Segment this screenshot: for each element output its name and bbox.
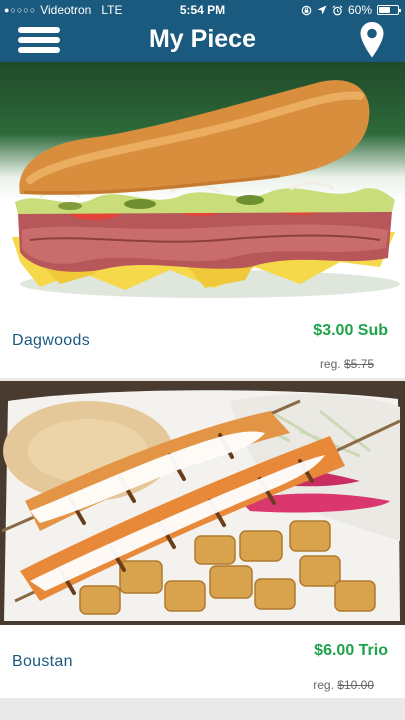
alarm-icon (332, 5, 343, 15)
regular-price: reg. $5.75 (320, 357, 374, 371)
item-price: $6.00 Trio (314, 642, 388, 659)
item-name: Boustan (12, 653, 73, 670)
map-pin-icon[interactable] (359, 21, 385, 59)
regular-price-value: $10.00 (337, 678, 374, 692)
item-price: $3.00 Sub (313, 322, 388, 339)
regular-price-label: reg. (319, 357, 341, 371)
item-name: Dagwoods (12, 332, 91, 349)
battery-icon (377, 5, 401, 15)
status-bar: ●○○○○ Videotron LTE 5:54 PM 60% (0, 0, 405, 20)
deal-card-boustan[interactable]: Boustan $6.00 Trio reg. $10.00 (0, 381, 405, 698)
chicken-shish-taouk-plate-photo (0, 381, 405, 625)
page-title: My Piece (148, 25, 256, 53)
regular-price: reg. $10.00 (313, 678, 374, 692)
regular-price-value: $5.75 (343, 357, 374, 371)
rotation-lock-icon (301, 5, 312, 15)
status-right: 60% (301, 3, 401, 17)
battery-fill (379, 7, 390, 13)
list-bottom-edge (0, 698, 405, 720)
regular-price-label: reg. (313, 678, 334, 692)
hamburger-menu-icon[interactable] (18, 23, 60, 57)
submarine-sandwich-photo (0, 62, 405, 301)
battery-percent: 60% (347, 3, 372, 17)
location-arrow-icon (317, 5, 327, 15)
nav-bar: My Piece (0, 20, 405, 62)
deal-card-dagwoods[interactable]: Dagwoods $3.00 Sub reg. $5.75 (0, 62, 405, 378)
